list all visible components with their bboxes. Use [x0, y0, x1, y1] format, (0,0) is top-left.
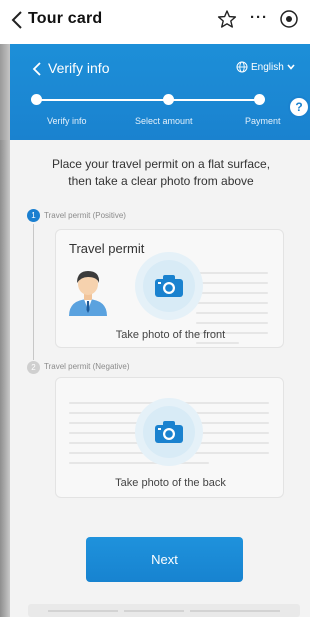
person-avatar-icon — [69, 271, 107, 316]
top-bar: Tour card ··· — [0, 0, 310, 40]
camera-icon — [155, 421, 183, 443]
app-title: Tour card — [28, 10, 103, 27]
card-title: Travel permit — [69, 241, 145, 256]
step-dot-1 — [31, 94, 42, 105]
next-button[interactable]: Next — [86, 537, 243, 582]
progress-line — [33, 99, 263, 101]
instruction-line-1: Place your travel permit on a flat surfa… — [51, 157, 271, 171]
left-edge-top — [0, 44, 10, 140]
back-photo-card[interactable]: Take photo of the back — [55, 377, 284, 498]
front-section-label: Travel permit (Positive) — [44, 211, 126, 220]
back-arrow-icon[interactable] — [8, 8, 28, 32]
close-target-icon[interactable] — [279, 9, 299, 29]
step-label-amount: Select amount — [135, 116, 193, 126]
help-button[interactable]: ? — [288, 96, 310, 118]
star-icon[interactable] — [217, 9, 237, 29]
step-badge-2: 2 — [27, 361, 40, 374]
step-label-verify: Verify info — [47, 116, 87, 126]
instruction-line-2: then take a clear photo from above — [68, 174, 254, 188]
step-label-payment: Payment — [245, 116, 281, 126]
front-caption: Take photo of the front — [115, 329, 226, 341]
more-icon[interactable]: ··· — [250, 9, 268, 26]
language-selector[interactable]: English — [236, 61, 295, 73]
header-back-icon[interactable] — [32, 62, 42, 76]
front-photo-card[interactable]: Travel permit Take photo of the front — [55, 229, 284, 348]
step-dot-2 — [163, 94, 174, 105]
back-section-label: Travel permit (Negative) — [44, 362, 130, 371]
step-badge-1: 1 — [27, 209, 40, 222]
left-edge — [0, 140, 10, 617]
page-title: Verify info — [48, 60, 110, 76]
camera-icon — [155, 275, 183, 297]
step-dot-3 — [254, 94, 265, 105]
back-caption: Take photo of the back — [115, 477, 226, 489]
bottom-note — [28, 604, 300, 617]
language-label: English — [251, 61, 284, 73]
chevron-down-icon — [287, 64, 295, 70]
verify-header: Verify info English Verify info Select a… — [10, 44, 310, 140]
globe-icon — [236, 61, 248, 73]
front-camera-button[interactable] — [135, 252, 203, 320]
step-connector — [33, 224, 34, 360]
back-camera-button[interactable] — [135, 398, 203, 466]
instruction-text: Place your travel permit on a flat surfa… — [28, 156, 294, 190]
